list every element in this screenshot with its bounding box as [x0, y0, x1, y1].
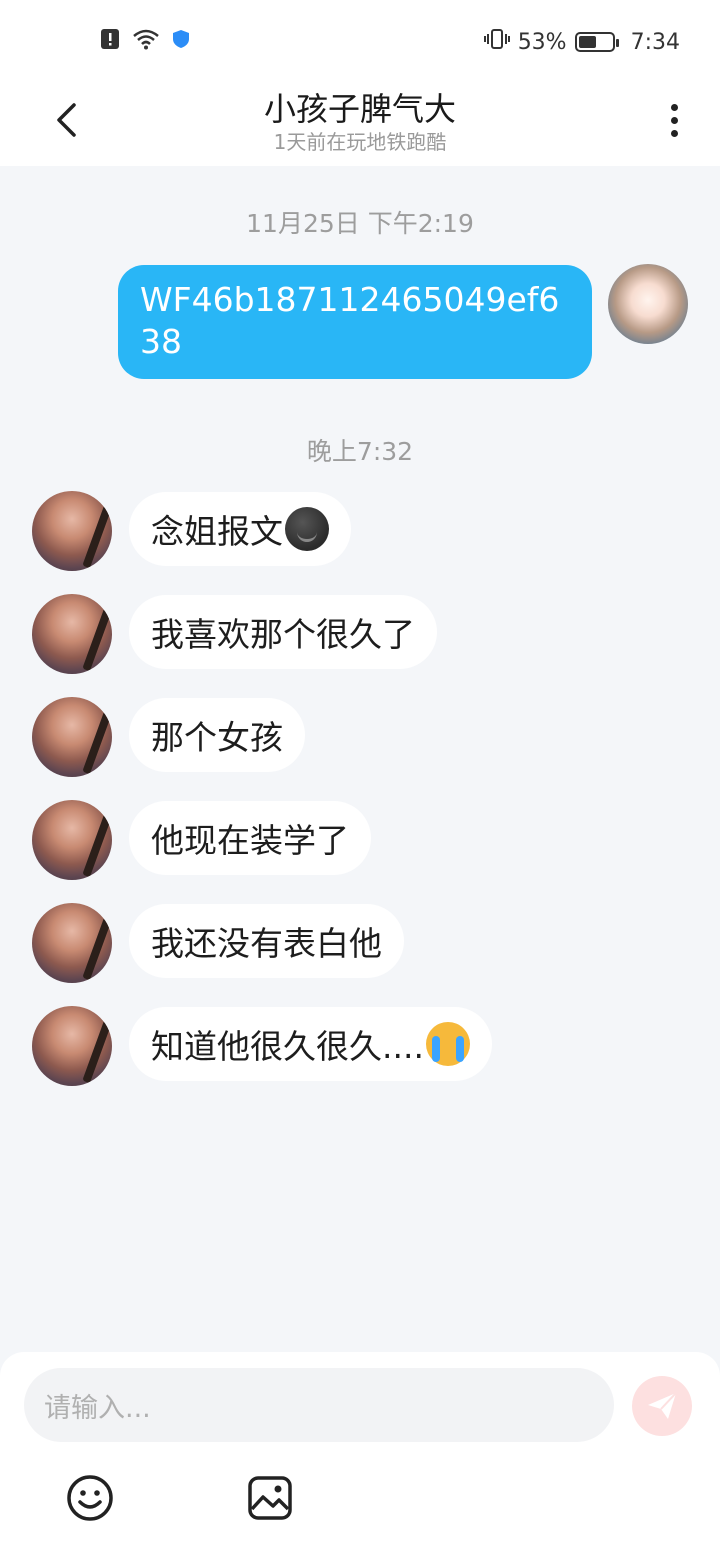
dark-smile-emoji-icon: [285, 507, 329, 551]
battery-fill: [578, 36, 596, 48]
message-text: 我喜欢那个很久了: [151, 615, 415, 654]
incoming-message-bubble[interactable]: 念姐报文: [129, 492, 351, 566]
contact-avatar[interactable]: [32, 594, 112, 674]
vibrate-icon: [483, 28, 510, 56]
alert-icon: [100, 28, 120, 54]
more-dot: [670, 116, 678, 124]
message-text: 知道他很久很久....: [151, 1027, 424, 1066]
chat-header: 小孩子脾气大 1天前在玩地铁跑酷: [0, 84, 720, 166]
message-timestamp: 11月25日 下午2:19: [246, 209, 474, 238]
shield-icon: [172, 29, 190, 53]
composer: 请输入...: [0, 1352, 720, 1560]
incoming-message-bubble[interactable]: 我还没有表白他: [129, 904, 404, 978]
message-text: 他现在装学了: [151, 821, 349, 860]
incoming-message-bubble[interactable]: 那个女孩: [129, 698, 305, 772]
image-picker-button[interactable]: [246, 1474, 294, 1522]
contact-avatar[interactable]: [32, 1006, 112, 1086]
chat-subtitle: 1天前在玩地铁跑酷: [273, 130, 447, 154]
crying-face-emoji-icon: [425, 1022, 470, 1066]
my-avatar[interactable]: [608, 264, 688, 344]
wifi-icon: [132, 28, 160, 54]
chat-title: 小孩子脾气大: [263, 90, 456, 128]
more-dot: [670, 103, 678, 111]
smiley-icon: [67, 1475, 113, 1521]
contact-avatar[interactable]: [32, 800, 112, 880]
battery-percent: 53%: [517, 29, 567, 55]
message-text: 那个女孩: [151, 718, 283, 757]
message-text: 念姐报文: [151, 512, 283, 551]
message-timestamp: 晚上7:32: [306, 437, 414, 466]
message-text: 我还没有表白他: [151, 924, 382, 963]
status-time: 7:34: [630, 29, 680, 55]
paper-plane-icon: [648, 1392, 677, 1419]
contact-avatar[interactable]: [32, 697, 112, 777]
status-right-info: 53% 7:34: [483, 28, 680, 56]
incoming-message-bubble[interactable]: 我喜欢那个很久了: [129, 595, 437, 669]
emoji-button[interactable]: [66, 1474, 114, 1522]
more-options-button[interactable]: [654, 98, 694, 142]
incoming-message-bubble[interactable]: 知道他很久很久....: [129, 1007, 492, 1081]
message-input[interactable]: 请输入...: [24, 1368, 614, 1442]
incoming-message-bubble[interactable]: 他现在装学了: [129, 801, 371, 875]
battery-icon: [574, 32, 619, 52]
status-bar: 53% 7:34: [0, 0, 720, 84]
outgoing-message-bubble[interactable]: WF46b187112465049ef638: [118, 265, 592, 379]
contact-avatar[interactable]: [32, 903, 112, 983]
more-dot: [670, 129, 678, 137]
image-icon: [248, 1476, 292, 1520]
send-button[interactable]: [632, 1376, 692, 1436]
contact-avatar[interactable]: [32, 491, 112, 571]
status-left-icons: [100, 28, 190, 54]
